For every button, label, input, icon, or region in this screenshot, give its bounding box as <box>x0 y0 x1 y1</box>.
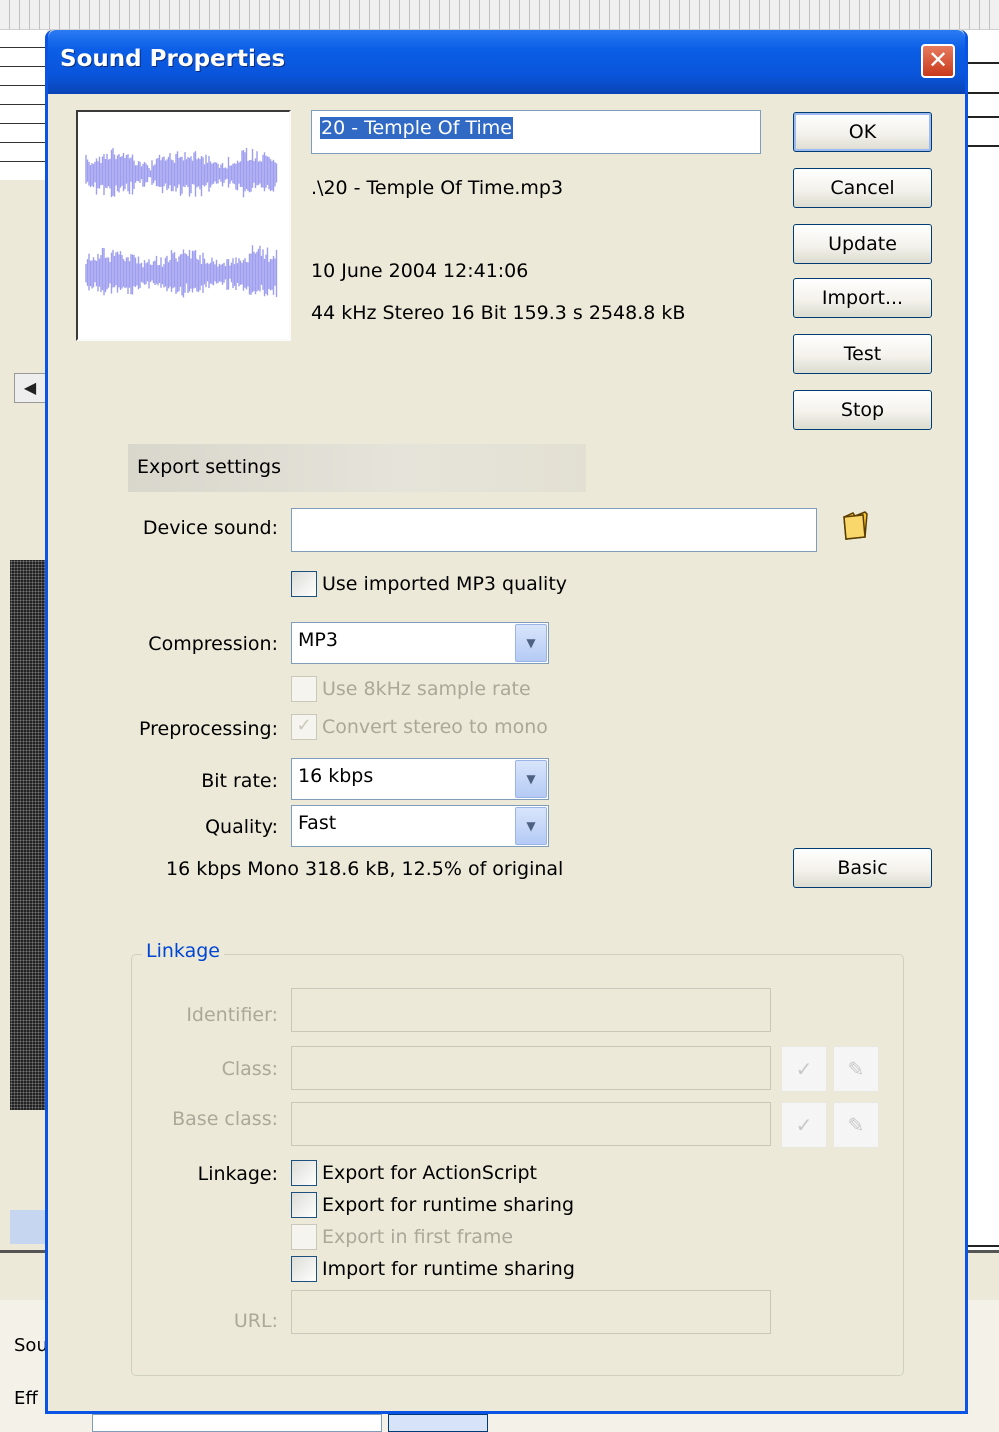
export-runtime-sharing-label: Export for runtime sharing <box>322 1194 575 1216</box>
sound-date: 10 June 2004 12:41:06 <box>311 260 529 282</box>
device-sound-input[interactable] <box>291 508 817 552</box>
validate-base-class-button[interactable]: ✓ <box>781 1102 827 1148</box>
export-first-frame-checkbox[interactable] <box>291 1224 317 1250</box>
bit-rate-label: Bit rate: <box>201 770 278 792</box>
class-label: Class: <box>221 1058 278 1080</box>
close-button[interactable]: ✕ <box>921 44 955 78</box>
compression-label: Compression: <box>148 633 278 655</box>
scroll-left-icon[interactable]: ◀ <box>14 373 46 403</box>
waveform-icon <box>85 147 278 298</box>
edit-base-class-button[interactable]: ✎ <box>833 1102 879 1148</box>
cancel-button[interactable]: Cancel <box>793 168 932 208</box>
basic-button[interactable]: Basic <box>793 848 932 888</box>
background-button[interactable] <box>388 1414 488 1432</box>
sound-name-text: 20 - Temple Of Time <box>320 117 513 139</box>
close-icon: ✕ <box>927 46 949 74</box>
compression-value: MP3 <box>298 629 338 651</box>
import-button[interactable]: Import... <box>793 278 932 318</box>
device-sound-label: Device sound: <box>142 517 278 539</box>
compression-summary: 16 kbps Mono 318.6 kB, 12.5% of original <box>166 858 564 880</box>
use-8khz-checkbox[interactable] <box>291 676 317 702</box>
checkmark-icon: ✓ <box>296 715 312 736</box>
timeline-ruler <box>0 0 999 30</box>
background-divider <box>965 1245 999 1247</box>
bit-rate-value: 16 kbps <box>298 765 374 787</box>
quality-label: Quality: <box>205 816 278 838</box>
update-button[interactable]: Update <box>793 224 932 264</box>
validate-class-button[interactable]: ✓ <box>781 1046 827 1092</box>
linkage-legend: Linkage <box>142 940 224 962</box>
sound-name-input[interactable]: 20 - Temple Of Time <box>311 110 761 154</box>
chevron-down-icon[interactable]: ▼ <box>515 807 547 845</box>
background-field[interactable] <box>92 1414 382 1432</box>
pencil-icon: ✎ <box>847 1113 865 1137</box>
sound-properties-dialog: Sound Properties ✕ 20 - Temple Of Time .… <box>45 30 968 1414</box>
url-label: URL: <box>233 1310 278 1332</box>
stop-button[interactable]: Stop <box>793 390 932 430</box>
import-runtime-sharing-checkbox[interactable] <box>291 1256 317 1282</box>
url-input[interactable] <box>291 1290 771 1334</box>
background-label-sound: Sou <box>14 1335 48 1356</box>
background-selected-row <box>10 1210 47 1244</box>
convert-stereo-checkbox[interactable]: ✓ <box>291 714 317 740</box>
identifier-label: Identifier: <box>186 1004 278 1026</box>
checkmark-icon: ✓ <box>795 1057 813 1081</box>
test-button[interactable]: Test <box>793 334 932 374</box>
identifier-input[interactable] <box>291 988 771 1032</box>
waveform-preview <box>76 110 291 341</box>
use-imported-mp3-checkbox[interactable] <box>291 571 317 597</box>
pencil-icon: ✎ <box>847 1057 865 1081</box>
export-runtime-sharing-checkbox[interactable] <box>291 1192 317 1218</box>
use-8khz-label: Use 8kHz sample rate <box>322 678 531 700</box>
export-actionscript-checkbox[interactable] <box>291 1160 317 1186</box>
background-timeline-layers <box>0 30 47 180</box>
ok-button[interactable]: OK <box>793 112 932 152</box>
export-actionscript-label: Export for ActionScript <box>322 1162 538 1184</box>
background-divider <box>965 62 999 64</box>
quality-select[interactable]: Fast ▼ <box>291 805 549 847</box>
edit-class-button[interactable]: ✎ <box>833 1046 879 1092</box>
sound-path: .\20 - Temple Of Time.mp3 <box>311 177 564 199</box>
sound-format-info: 44 kHz Stereo 16 Bit 159.3 s 2548.8 kB <box>311 302 686 324</box>
base-class-input[interactable] <box>291 1102 771 1146</box>
title-bar[interactable]: Sound Properties ✕ <box>48 30 965 94</box>
import-runtime-sharing-label: Import for runtime sharing <box>322 1258 575 1280</box>
chevron-down-icon[interactable]: ▼ <box>515 624 547 662</box>
quality-value: Fast <box>298 812 337 834</box>
use-imported-mp3-label: Use imported MP3 quality <box>322 573 568 595</box>
folder-icon[interactable] <box>841 509 871 541</box>
bit-rate-select[interactable]: 16 kbps ▼ <box>291 758 549 800</box>
export-first-frame-label: Export in first frame <box>322 1226 514 1248</box>
compression-select[interactable]: MP3 ▼ <box>291 622 549 664</box>
background-divider <box>965 116 999 118</box>
preprocessing-label: Preprocessing: <box>138 718 278 740</box>
background-divider <box>965 92 999 94</box>
base-class-label: Base class: <box>172 1108 278 1130</box>
background-stage <box>10 560 47 1110</box>
linkage-options-label: Linkage: <box>197 1163 278 1185</box>
dialog-title: Sound Properties <box>60 46 286 72</box>
class-input[interactable] <box>291 1046 771 1090</box>
chevron-down-icon[interactable]: ▼ <box>515 760 547 798</box>
background-divider <box>965 145 999 147</box>
background-label-effect: Eff <box>14 1388 38 1409</box>
background-right-panel <box>965 30 999 1432</box>
checkmark-icon: ✓ <box>795 1113 813 1137</box>
convert-stereo-label: Convert stereo to mono <box>322 716 548 738</box>
export-settings-header: Export settings <box>128 444 586 492</box>
